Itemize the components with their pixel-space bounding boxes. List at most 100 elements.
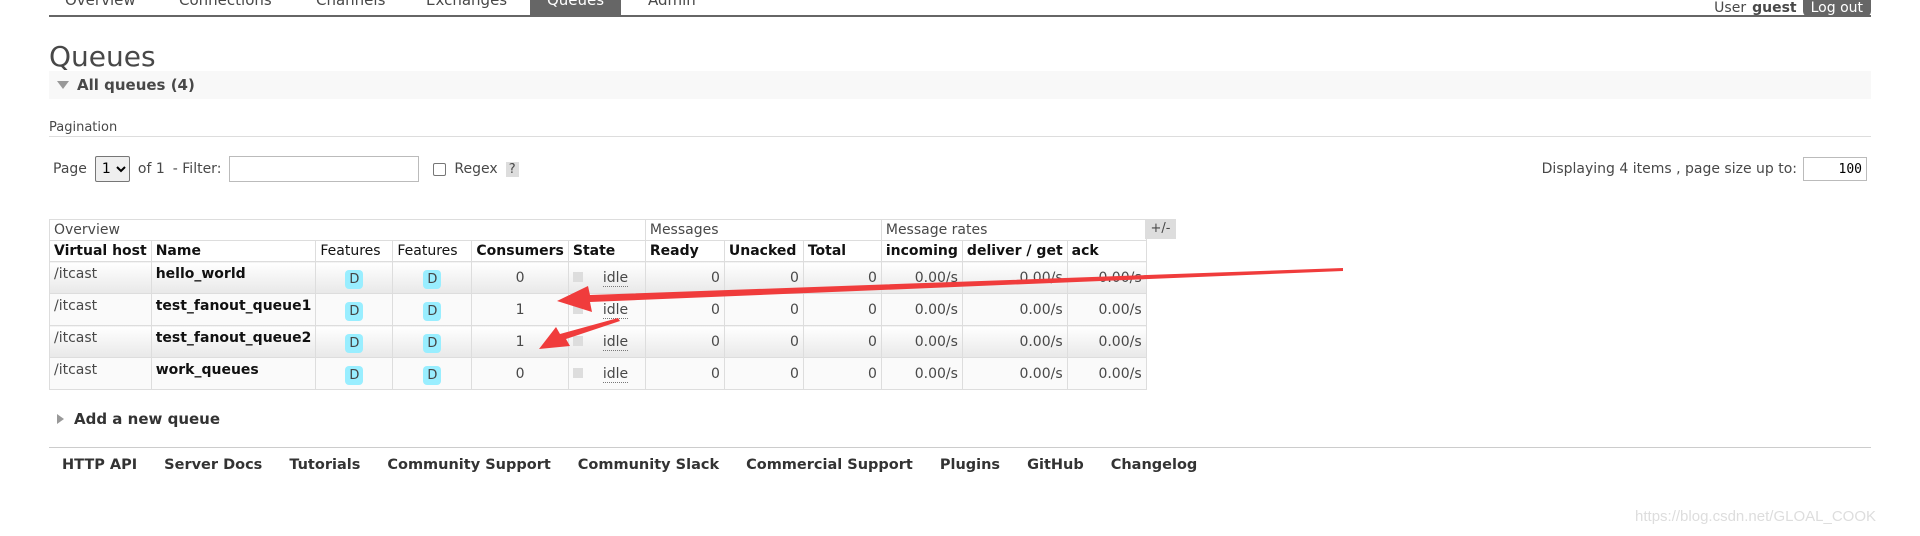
footer-link[interactable]: Community Slack [578, 457, 719, 473]
col-deliver-get[interactable]: deliver / get [961, 240, 1068, 262]
total-cell: 0 [802, 325, 882, 358]
user-name: guest [1752, 0, 1797, 16]
col-features: Features [315, 240, 394, 262]
page-of: of 1 [137, 161, 165, 177]
state-indicator-icon [572, 303, 583, 314]
deliver-rate-cell: 0.00/s [961, 357, 1068, 390]
footer-link[interactable]: Changelog [1111, 457, 1198, 473]
tab-admin[interactable]: Admin [638, 0, 706, 16]
queues-table: Overview Messages Message rates Virtual ho… [49, 219, 1147, 390]
durable-badge: D [423, 270, 442, 289]
col-consumers[interactable]: Consumers [471, 240, 569, 262]
table-row: /itcast hello_world D D 0 idle 0 0 0 0.00/s 0.00/s… [49, 261, 1147, 294]
regex-checkbox[interactable] [433, 162, 447, 176]
durable-badge: D [345, 270, 364, 289]
footer-link[interactable]: Plugins [940, 457, 1000, 473]
table-row: /itcast test_fanout_queue2 D D 1 idle 0 0 0 0.00/… [49, 325, 1147, 358]
page-size-input[interactable] [1803, 157, 1867, 181]
col-ack[interactable]: ack [1066, 240, 1147, 262]
add-queue-label: Add a new queue [74, 410, 221, 428]
user-info: User guest Log out [1714, 0, 1871, 17]
consumers-cell: 0 [471, 357, 569, 390]
col-total[interactable]: Total [802, 240, 882, 262]
unacked-cell: 0 [723, 293, 804, 326]
page-label: Page [53, 161, 87, 177]
state-label: idle [602, 301, 629, 319]
col-name[interactable]: Name [150, 240, 317, 262]
footer-link[interactable]: Community Support [387, 457, 550, 473]
user-label: User [1714, 0, 1747, 16]
durable-badge: D [423, 366, 442, 385]
ready-cell: 0 [644, 325, 725, 358]
col-incoming[interactable]: incoming [880, 240, 963, 262]
state-indicator-icon [572, 367, 583, 378]
incoming-rate-cell: 0.00/s [880, 261, 963, 294]
unacked-cell: 0 [723, 325, 804, 358]
total-cell: 0 [802, 261, 882, 294]
add-queue-section-toggle[interactable]: Add a new queue [57, 410, 220, 428]
state-indicator-icon [572, 335, 583, 346]
durable-badge: D [345, 302, 364, 321]
vhost-cell: /itcast [49, 293, 152, 326]
col-features: Features [392, 240, 473, 262]
col-virtual-host[interactable]: Virtual host [49, 240, 152, 262]
incoming-rate-cell: 0.00/s [880, 293, 963, 326]
tab-exchanges[interactable]: Exchanges [416, 0, 517, 16]
tab-overview[interactable]: Overview [55, 0, 146, 16]
columns-toggle-button[interactable]: +/- [1145, 219, 1176, 239]
vhost-cell: /itcast [49, 325, 152, 358]
unacked-cell: 0 [723, 261, 804, 294]
watermark: https://blog.csdn.net/GLOAL_COOK [1635, 508, 1876, 525]
all-queues-section-toggle[interactable]: All queues (4) [49, 71, 1871, 99]
table-row: /itcast work_queues D D 0 idle 0 0 0 0.00/s 0.00/s… [49, 357, 1147, 390]
durable-badge: D [345, 366, 364, 385]
state-cell: idle [567, 293, 646, 326]
ack-rate-cell: 0.00/s [1066, 293, 1147, 326]
page-size-controls: Displaying 4 items , page size up to: [1542, 157, 1867, 181]
vhost-cell: /itcast [49, 357, 152, 390]
queue-name-link[interactable]: test_fanout_queue2 [150, 325, 317, 358]
footer-link[interactable]: HTTP API [62, 457, 137, 473]
tab-queues[interactable]: Queues [530, 0, 621, 16]
state-label: idle [602, 365, 629, 383]
state-cell: idle [567, 261, 646, 294]
col-unacked[interactable]: Unacked [723, 240, 804, 262]
all-queues-label: All queues (4) [77, 76, 195, 94]
state-label: idle [602, 333, 629, 351]
col-ready[interactable]: Ready [644, 240, 725, 262]
footer-links: HTTP API Server Docs Tutorials Community Su… [49, 457, 1197, 473]
state-cell: idle [567, 357, 646, 390]
group-overview: Overview [49, 219, 646, 241]
footer-link[interactable]: GitHub [1027, 457, 1084, 473]
queue-name-link[interactable]: test_fanout_queue1 [150, 293, 317, 326]
footer-link[interactable]: Server Docs [164, 457, 262, 473]
deliver-rate-cell: 0.00/s [961, 325, 1068, 358]
filter-label: - Filter: [172, 161, 222, 177]
top-nav: Overview Connections Channels Exchanges … [49, 0, 1871, 17]
group-messages: Messages [644, 219, 882, 241]
page-select[interactable]: 1 [94, 156, 130, 182]
page-title: Queues [49, 40, 156, 73]
regex-help-button[interactable]: ? [505, 161, 519, 177]
deliver-rate-cell: 0.00/s [961, 261, 1068, 294]
queue-name-link[interactable]: work_queues [150, 357, 317, 390]
footer-link[interactable]: Tutorials [289, 457, 360, 473]
footer-link[interactable]: Commercial Support [746, 457, 913, 473]
incoming-rate-cell: 0.00/s [880, 325, 963, 358]
tab-connections[interactable]: Connections [169, 0, 282, 16]
filter-input[interactable] [229, 156, 420, 182]
col-state[interactable]: State [567, 240, 646, 262]
consumers-cell: 1 [471, 325, 569, 358]
queue-name-link[interactable]: hello_world [150, 261, 317, 294]
tab-channels[interactable]: Channels [306, 0, 395, 16]
ready-cell: 0 [644, 357, 725, 390]
consumers-cell: 1 [471, 293, 569, 326]
table-row: /itcast test_fanout_queue1 D D 1 idle 0 0 0 0.00/… [49, 293, 1147, 326]
group-message-rates: Message rates [880, 219, 1147, 241]
vhost-cell: /itcast [49, 261, 152, 294]
ack-rate-cell: 0.00/s [1066, 325, 1147, 358]
ready-cell: 0 [644, 261, 725, 294]
logout-button[interactable]: Log out [1802, 0, 1871, 17]
unacked-cell: 0 [723, 357, 804, 390]
total-cell: 0 [802, 357, 882, 390]
